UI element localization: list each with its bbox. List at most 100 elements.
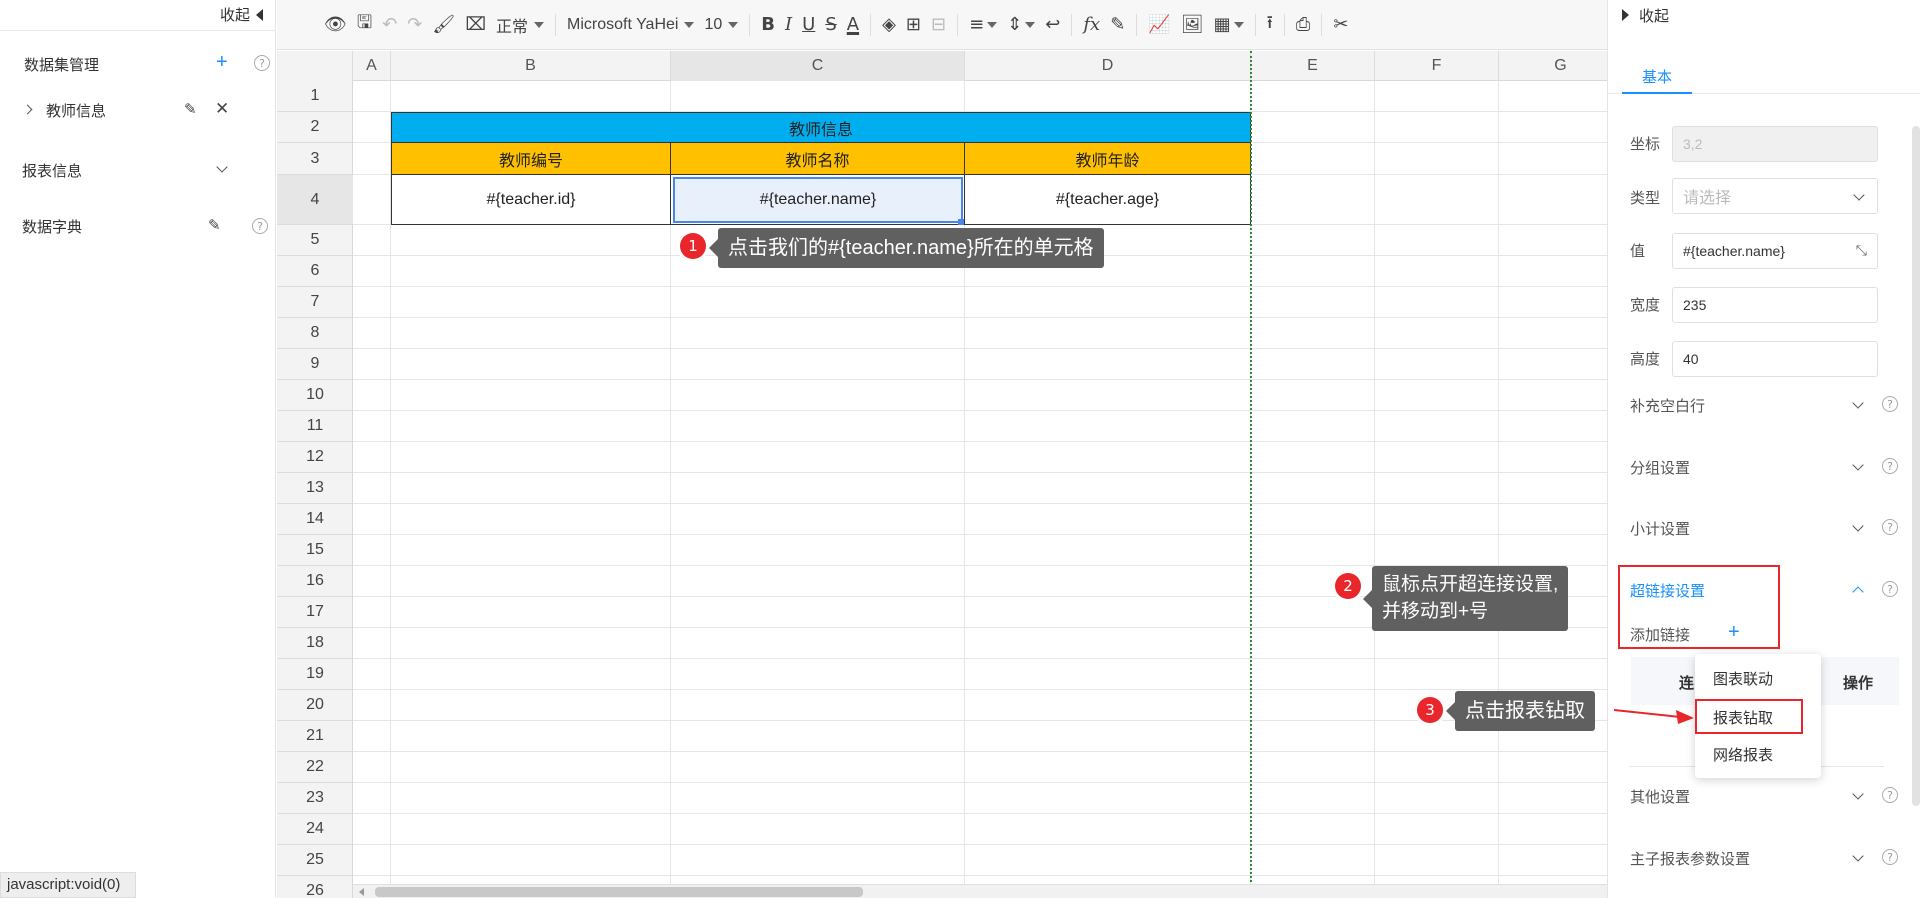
italic-icon[interactable]: I xyxy=(785,10,792,40)
formula-edit-icon[interactable]: ✎ xyxy=(1110,10,1125,40)
title-cell[interactable]: 教师信息 xyxy=(391,112,1251,143)
column-header[interactable]: G xyxy=(1499,51,1607,81)
header-cell-age[interactable]: 教师年龄 xyxy=(965,143,1251,175)
edit-dataset-icon[interactable]: ✎ xyxy=(184,100,197,118)
row-header[interactable]: 10 xyxy=(277,380,353,411)
column-header[interactable]: D xyxy=(965,51,1251,81)
hyperlink-help-icon[interactable]: ? xyxy=(1882,581,1898,597)
row-header[interactable]: 8 xyxy=(277,318,353,349)
row-header[interactable]: 5 xyxy=(277,225,353,256)
menu-item-web-report[interactable]: 网络报表 xyxy=(1713,744,1773,765)
format-painter-icon[interactable]: 🖌 xyxy=(432,10,455,40)
value-input[interactable]: #{teacher.name} ⤡ xyxy=(1672,233,1878,269)
spreadsheet[interactable]: A B C D E F G 1 2 3 4 5 6 7 8 9 10 11 12 13 14 15 16 17 1… xyxy=(277,51,1607,898)
dataset-item-teacher[interactable]: 教师信息 ✎ ✕ xyxy=(0,98,275,122)
collapse-expand-icon[interactable]: ⤡ xyxy=(1856,242,1867,259)
right-collapse-button[interactable]: 收起 xyxy=(1608,0,1920,30)
preview-eye-icon[interactable]: 👁 xyxy=(324,10,347,40)
height-input[interactable]: 40 xyxy=(1672,341,1878,377)
borders-icon[interactable]: ⊞ xyxy=(906,10,921,40)
row-header[interactable]: 19 xyxy=(277,659,353,690)
row-header[interactable]: 18 xyxy=(277,628,353,659)
chart-icon[interactable]: 📈 xyxy=(1148,10,1170,40)
row-header[interactable]: 11 xyxy=(277,411,353,442)
menu-item-chart-linkage[interactable]: 图表联动 xyxy=(1713,668,1773,689)
row-header[interactable]: 13 xyxy=(277,473,353,504)
delete-dataset-icon[interactable]: ✕ xyxy=(215,99,229,119)
image-icon[interactable]: 🖼 xyxy=(1181,10,1204,40)
row-header[interactable]: 6 xyxy=(277,256,353,287)
fill-blank-help-icon[interactable]: ? xyxy=(1882,396,1898,412)
column-header[interactable]: A xyxy=(353,51,391,81)
other-help-icon[interactable]: ? xyxy=(1882,787,1898,803)
row-header[interactable]: 14 xyxy=(277,504,353,535)
horizontal-align-icon[interactable]: ≡ xyxy=(969,10,998,40)
row-header[interactable]: 21 xyxy=(277,721,353,752)
row-header[interactable]: 17 xyxy=(277,597,353,628)
row-header[interactable]: 7 xyxy=(277,287,353,318)
row-header[interactable]: 25 xyxy=(277,845,353,876)
report-info-chevron-icon[interactable] xyxy=(216,161,228,173)
row-header[interactable]: 9 xyxy=(277,349,353,380)
dictionary-help-icon[interactable]: ? xyxy=(252,218,268,234)
row-header[interactable]: 16 xyxy=(277,566,353,597)
row-header[interactable]: 4 xyxy=(277,175,353,225)
left-collapse-button[interactable]: 收起 xyxy=(220,4,263,25)
undo-icon[interactable]: ↶ xyxy=(382,10,397,40)
row-header[interactable]: 15 xyxy=(277,535,353,566)
qrcode-icon[interactable]: ▦ xyxy=(1214,10,1244,40)
merge-cells-icon[interactable]: ⊟ xyxy=(931,10,946,40)
scroll-left-icon[interactable] xyxy=(359,888,364,896)
row-header[interactable]: 22 xyxy=(277,752,353,783)
header-cell-id[interactable]: 教师编号 xyxy=(391,143,671,175)
corner-cell[interactable] xyxy=(277,51,353,81)
text-wrap-icon[interactable]: ↩ xyxy=(1045,10,1060,40)
tools-icon[interactable]: ✂ xyxy=(1333,10,1348,40)
column-header[interactable]: F xyxy=(1375,51,1499,81)
tab-basic[interactable]: 基本 xyxy=(1622,60,1692,94)
section-master-sub[interactable]: 主子报表参数设置 ? xyxy=(1630,846,1898,870)
print-icon[interactable]: ⎙ xyxy=(1296,10,1310,40)
add-dataset-icon[interactable]: + xyxy=(216,52,228,72)
horizontal-scrollbar[interactable] xyxy=(353,884,1607,898)
underline-icon[interactable]: U xyxy=(802,10,815,40)
data-cell-name-selected[interactable]: #{teacher.name} xyxy=(673,177,963,223)
bold-icon[interactable]: B xyxy=(761,10,775,40)
section-group[interactable]: 分组设置 ? xyxy=(1630,455,1898,479)
row-header[interactable]: 2 xyxy=(277,112,353,143)
clear-format-icon[interactable]: ⌧ xyxy=(465,10,486,40)
column-header[interactable]: B xyxy=(391,51,671,81)
fill-color-icon[interactable]: ◈ xyxy=(882,10,896,40)
dataset-help-icon[interactable]: ? xyxy=(254,55,270,71)
row-header[interactable]: 3 xyxy=(277,143,353,175)
master-sub-help-icon[interactable]: ? xyxy=(1882,849,1898,865)
column-header[interactable]: E xyxy=(1251,51,1375,81)
row-header[interactable]: 20 xyxy=(277,690,353,721)
row-header[interactable]: 12 xyxy=(277,442,353,473)
vertical-align-icon[interactable]: ⇕ xyxy=(1007,10,1036,40)
font-select[interactable]: Microsoft YaHei xyxy=(567,10,695,40)
font-size-select[interactable]: 10 xyxy=(704,10,739,40)
redo-icon[interactable]: ↷ xyxy=(407,10,422,40)
function-icon[interactable]: fx xyxy=(1083,10,1100,40)
save-icon[interactable]: 🖫 xyxy=(357,10,372,40)
data-cell-age[interactable]: #{teacher.age} xyxy=(965,175,1251,225)
header-cell-name[interactable]: 教师名称 xyxy=(671,143,965,175)
row-header[interactable]: 23 xyxy=(277,783,353,814)
type-select[interactable]: 请选择 xyxy=(1672,178,1878,214)
edit-dictionary-icon[interactable]: ✎ xyxy=(208,216,221,234)
section-other[interactable]: 其他设置 ? xyxy=(1630,784,1898,808)
strikethrough-icon[interactable]: S xyxy=(825,10,836,40)
data-cell-id[interactable]: #{teacher.id} xyxy=(391,175,671,225)
row-header[interactable]: 24 xyxy=(277,814,353,845)
fill-handle[interactable] xyxy=(958,219,964,225)
width-input[interactable]: 235 xyxy=(1672,287,1878,323)
section-subtotal[interactable]: 小计设置 ? xyxy=(1630,516,1898,540)
scrollbar-thumb[interactable] xyxy=(375,887,863,897)
row-header[interactable]: 1 xyxy=(277,81,353,112)
subtotal-help-icon[interactable]: ? xyxy=(1882,519,1898,535)
style-select[interactable]: 正常 xyxy=(496,10,545,40)
section-fill-blank[interactable]: 补充空白行 ? xyxy=(1630,393,1898,417)
right-panel-scrollbar[interactable] xyxy=(1912,126,1920,806)
font-color-icon[interactable]: A xyxy=(847,10,859,40)
